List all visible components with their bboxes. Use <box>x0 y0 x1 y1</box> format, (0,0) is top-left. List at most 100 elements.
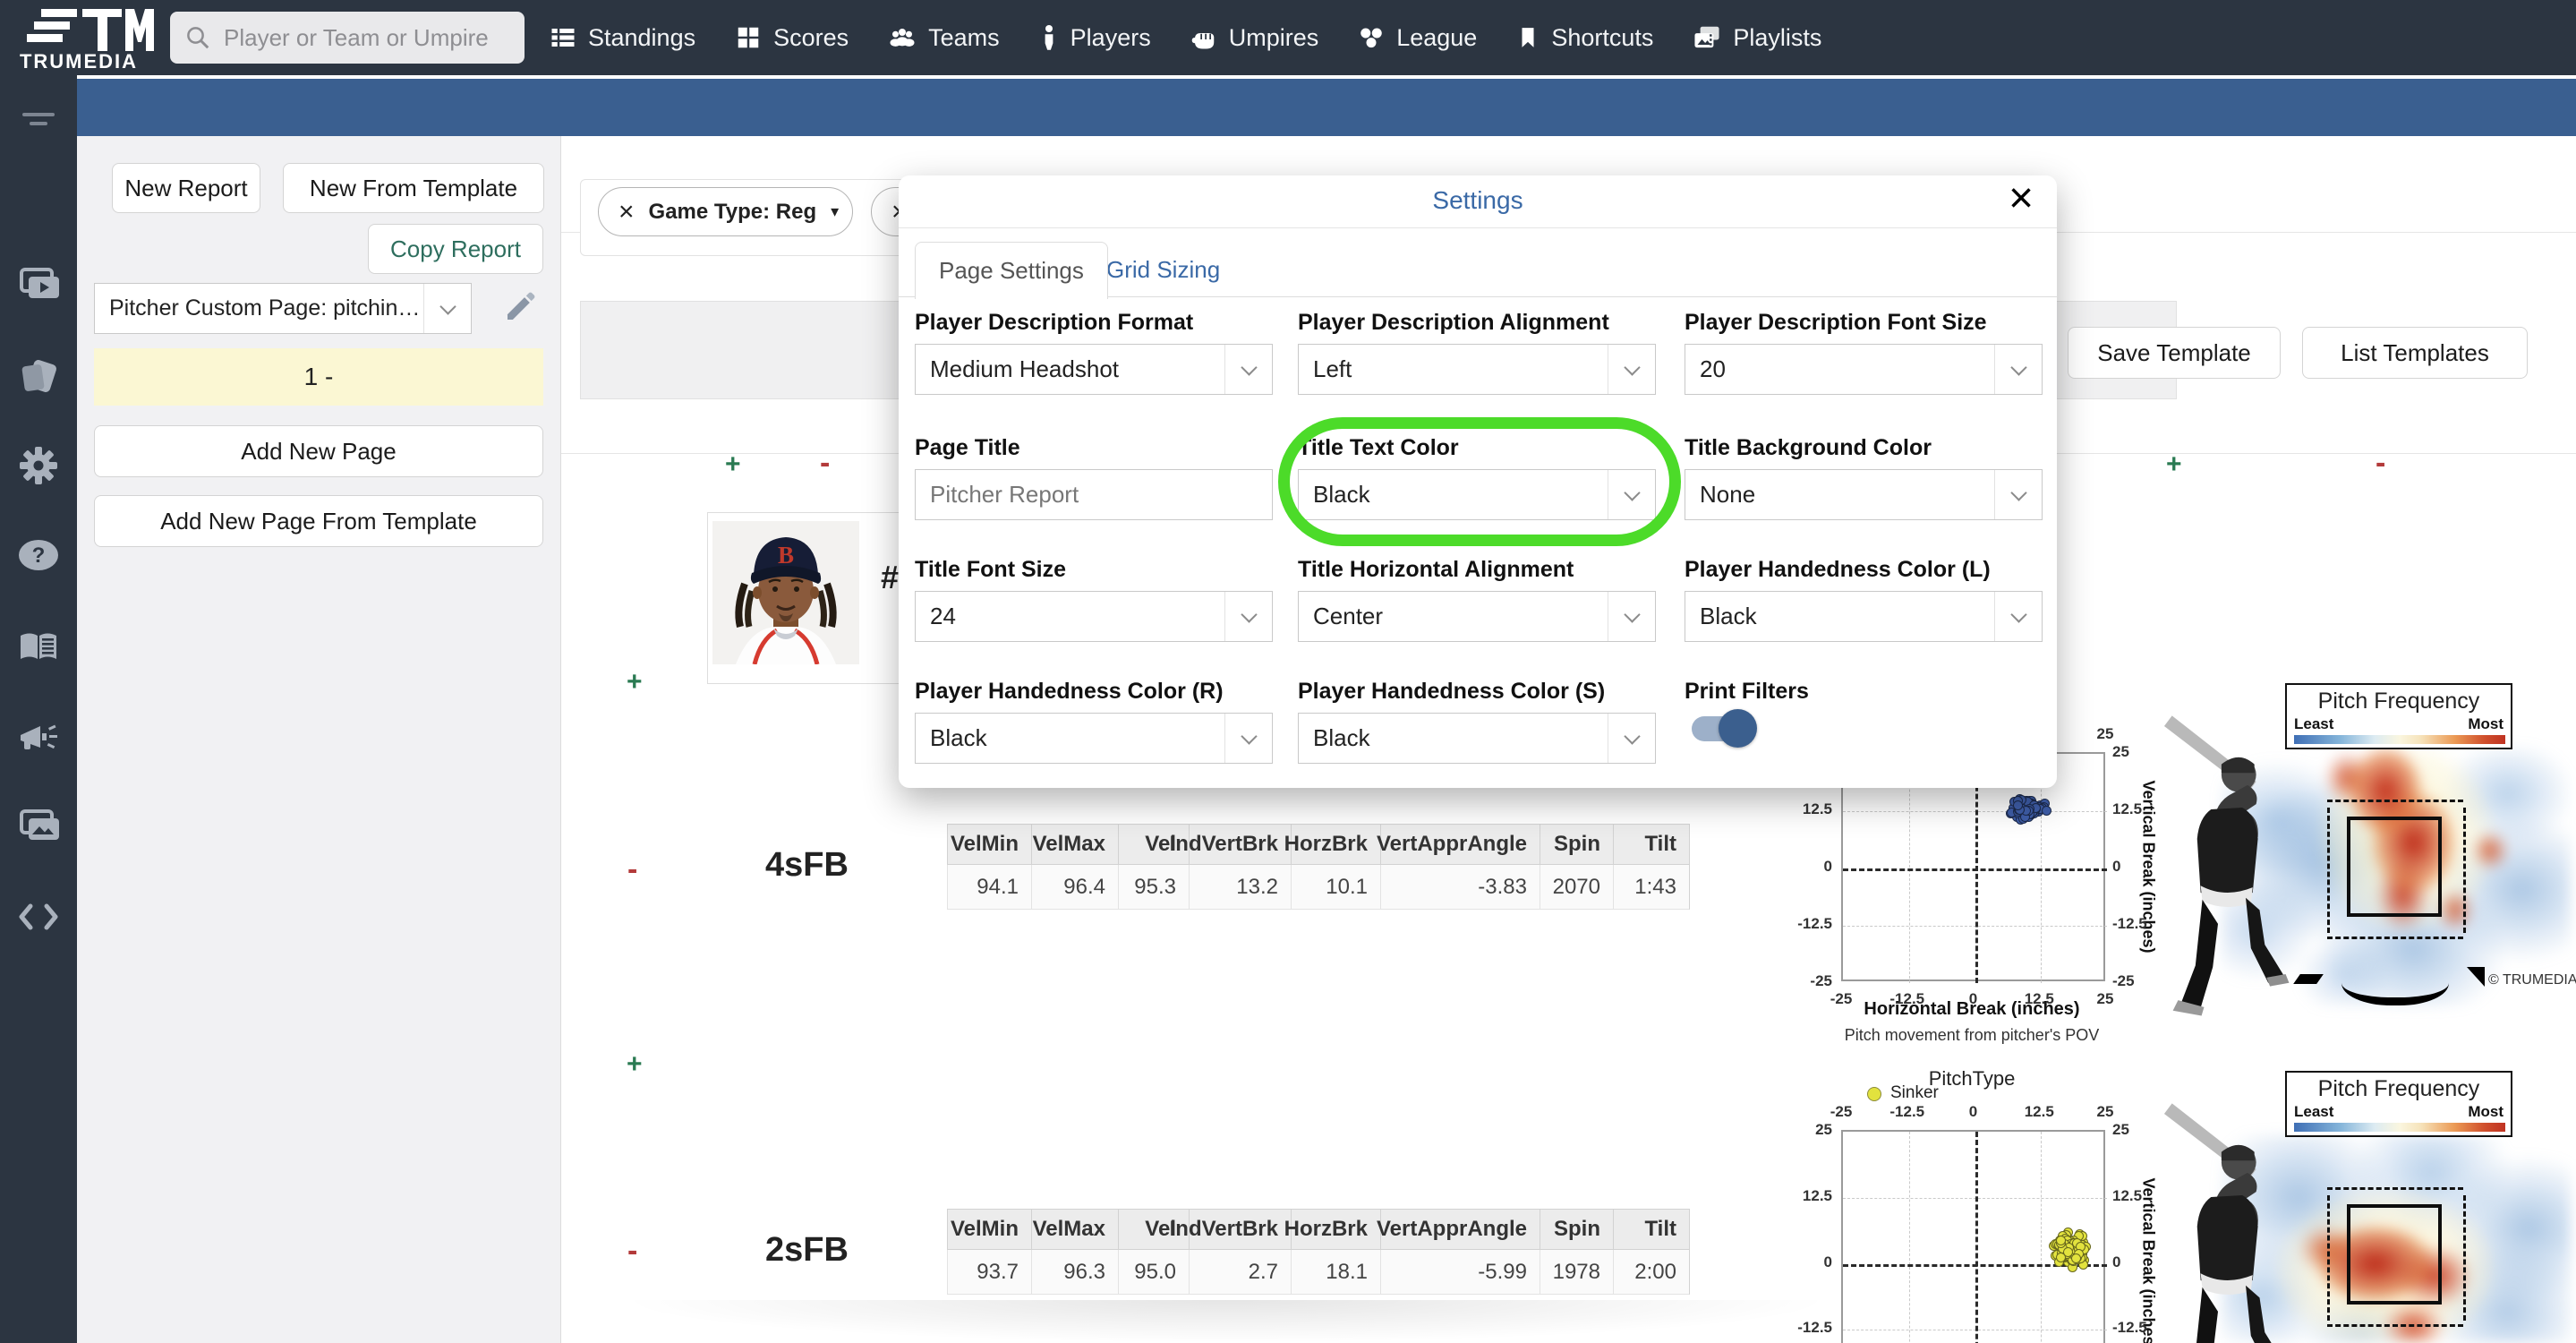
field-player-description-alignment: Player Description Alignment Left <box>1298 310 1656 395</box>
cards-icon[interactable] <box>0 353 77 399</box>
scatter-dot <box>2025 807 2035 817</box>
add-row-button[interactable]: + <box>627 1049 643 1080</box>
new-report-button[interactable]: New Report <box>112 163 260 213</box>
nav-item-teams[interactable]: Teams <box>888 24 1000 52</box>
scatter-dot <box>2067 1244 2077 1254</box>
add-new-page-button[interactable]: Add New Page <box>94 425 543 477</box>
nav-item-league[interactable]: League <box>1358 24 1477 52</box>
close-icon[interactable]: × <box>2009 177 2034 220</box>
scatter-dot <box>2062 1252 2073 1262</box>
page-bottom-shadow <box>618 1300 1835 1343</box>
scatter-dot <box>2035 804 2046 815</box>
scatter-dot <box>2017 801 2028 812</box>
player-handedness-color-r-select[interactable]: Black <box>915 713 1273 764</box>
field-player-handedness-color-s: Player Handedness Color (S) Black <box>1298 679 1656 764</box>
scatter-dot <box>2065 1245 2076 1256</box>
scatter-dot <box>2051 1249 2062 1260</box>
player-description-alignment-select[interactable]: Left <box>1298 344 1656 395</box>
tab-grid-sizing[interactable]: Grid Sizing <box>1106 242 1220 297</box>
scatter-dot <box>2029 802 2040 813</box>
remove-column-button[interactable]: - <box>820 446 830 481</box>
report-select[interactable]: Pitcher Custom Page: pitching -... <box>94 283 472 334</box>
scatter-dot <box>2060 1245 2070 1255</box>
gear-icon[interactable] <box>0 442 77 489</box>
scatter-dot <box>2008 802 2018 813</box>
scatter-dot <box>2064 1247 2075 1258</box>
nav-item-standings[interactable]: Standings <box>550 24 695 52</box>
scatter-dot <box>2026 807 2036 817</box>
media-gallery-icon[interactable] <box>0 803 77 850</box>
scatter-dot <box>2058 1244 2068 1254</box>
new-from-template-button[interactable]: New From Template <box>283 163 544 213</box>
scatter-dot <box>2018 813 2029 824</box>
add-column-button[interactable]: + <box>725 449 741 480</box>
table-cell: 2.7 <box>1189 1250 1291 1295</box>
title-background-color-select[interactable]: None <box>1685 469 2043 520</box>
scatter-dot <box>2029 808 2040 818</box>
scatter-dot <box>2059 1247 2069 1258</box>
scatter-dot <box>2063 1236 2074 1247</box>
title-text-color-select[interactable]: Black <box>1298 469 1656 520</box>
tab-page-settings[interactable]: Page Settings <box>915 242 1108 299</box>
add-column-button[interactable]: + <box>2166 449 2182 480</box>
filter-icon[interactable] <box>0 97 77 143</box>
nav-item-scores[interactable]: Scores <box>735 24 849 52</box>
chip-remove-icon[interactable]: × <box>618 198 635 226</box>
remove-column-button[interactable]: - <box>2376 446 2385 481</box>
remove-row-button[interactable]: - <box>627 1234 637 1269</box>
scatter-dot <box>2023 797 2034 808</box>
save-template-button[interactable]: Save Template <box>2068 327 2281 379</box>
nav-item-umpires[interactable]: Umpires <box>1190 24 1318 52</box>
scatter-dot <box>2071 1238 2082 1249</box>
scatter-dot <box>2068 1247 2078 1258</box>
help-icon[interactable]: ? <box>0 532 77 578</box>
player-description-font-size-select[interactable]: 20 <box>1685 344 2043 395</box>
table-cell: 18.1 <box>1291 1250 1380 1295</box>
page-row-selected[interactable]: 1 - <box>94 348 543 406</box>
global-search[interactable] <box>170 12 525 64</box>
search-input[interactable] <box>222 22 510 53</box>
scatter-dot <box>2063 1244 2074 1254</box>
scatter-dot <box>2021 808 2032 818</box>
player-handedness-color-s-select[interactable]: Black <box>1298 713 1656 764</box>
announcements-megaphone-icon[interactable] <box>0 714 77 761</box>
scatter-dot <box>2072 1250 2083 1261</box>
list-templates-button[interactable]: List Templates <box>2302 327 2528 379</box>
page-title-input[interactable] <box>915 469 1273 520</box>
scatter-dot <box>2052 1238 2063 1249</box>
chevron-down-icon <box>1994 592 2042 641</box>
scatter-dot <box>2076 1241 2086 1252</box>
title-font-size-select[interactable]: 24 <box>915 591 1273 642</box>
axis-tick: -12.5 <box>1889 990 1925 1007</box>
nav-item-playlists[interactable]: Playlists <box>1693 24 1821 52</box>
scatter-dot <box>2060 1239 2070 1250</box>
nav-item-shortcuts[interactable]: Shortcuts <box>1516 24 1653 52</box>
copy-report-button[interactable]: Copy Report <box>368 224 543 274</box>
scatter-dot <box>2054 1240 2065 1251</box>
scatter-dot <box>2062 1249 2073 1260</box>
embed-code-icon[interactable] <box>0 894 77 940</box>
video-playlist-icon[interactable] <box>0 261 77 308</box>
add-row-button[interactable]: + <box>627 667 643 697</box>
remove-row-button[interactable]: - <box>627 852 637 887</box>
scatter-dot <box>2067 1244 2077 1254</box>
edit-pencil-icon[interactable] <box>503 288 539 324</box>
player-description-format-select[interactable]: Medium Headshot <box>915 344 1273 395</box>
guide-book-icon[interactable] <box>0 624 77 671</box>
scatter-dot <box>2062 1256 2073 1267</box>
table-cell: 1978 <box>1540 1250 1613 1295</box>
player-handedness-color-l-select[interactable]: Black <box>1685 591 2043 642</box>
nav-label: League <box>1396 23 1478 51</box>
axis-tick: 0 <box>2112 858 2121 875</box>
print-filters-toggle[interactable] <box>1692 709 1760 748</box>
scatter-dot <box>2035 800 2045 811</box>
title-horizontal-alignment-select[interactable]: Center <box>1298 591 1656 642</box>
player-headshot: B <box>712 521 859 664</box>
scatter-dot <box>2068 1238 2078 1249</box>
nav-item-players[interactable]: Players <box>1039 24 1151 52</box>
table-header-cell: VelMax <box>1031 1209 1118 1250</box>
scatter-dot <box>2065 1242 2076 1253</box>
add-new-page-from-template-button[interactable]: Add New Page From Template <box>94 495 543 547</box>
filter-chip-game-type[interactable]: × Game Type: Reg ▾ <box>598 187 853 236</box>
scatter-dot <box>2014 800 2025 811</box>
